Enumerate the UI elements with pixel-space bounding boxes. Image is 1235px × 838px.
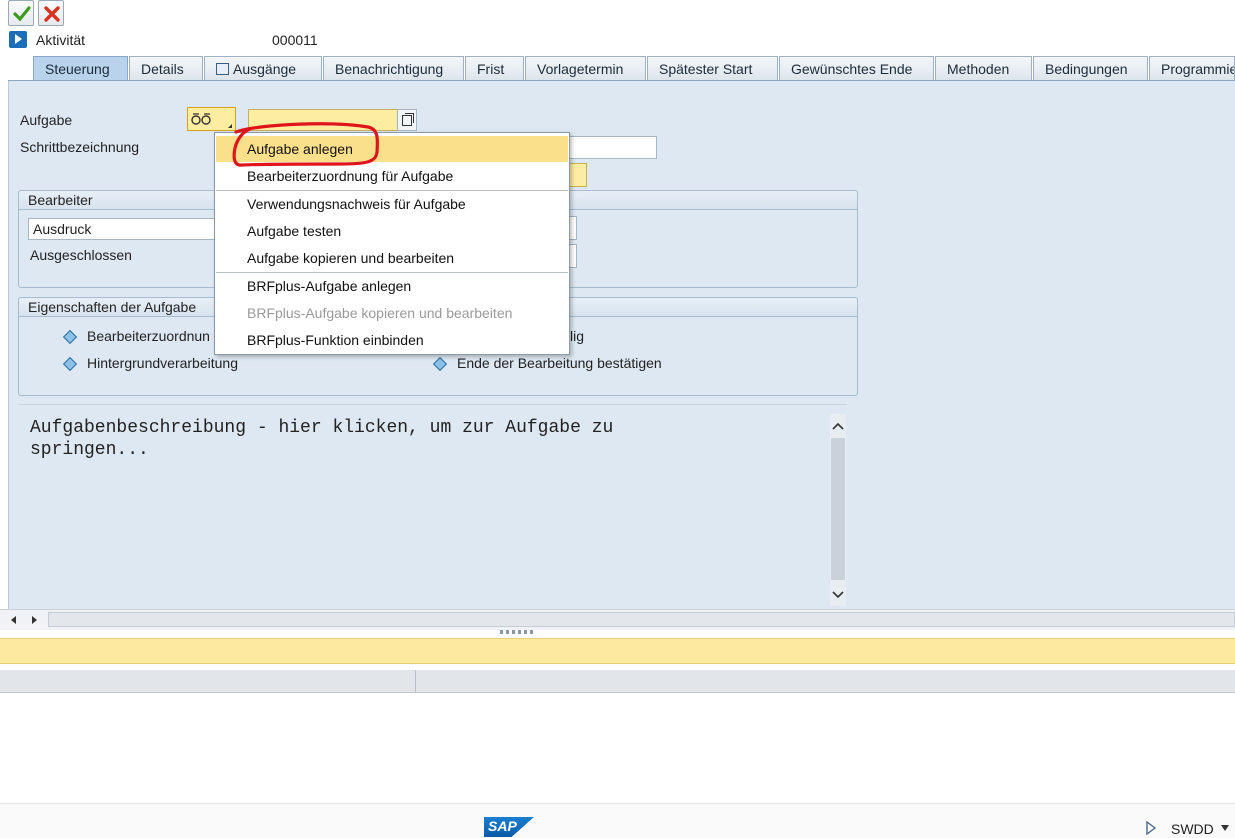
lower-header-bar xyxy=(0,670,1235,693)
tab-frist[interactable]: Frist xyxy=(465,56,524,80)
task-description-text[interactable]: Aufgabenbeschreibung - hier klicken, um … xyxy=(30,417,710,461)
property-background-processing: Hintergrundverarbeitung xyxy=(87,355,238,371)
activity-label: Aktivität xyxy=(36,32,86,48)
sap-logo: SAP xyxy=(484,817,534,837)
menu-item-copy-brfplus-task: BRFplus-Aufgabe kopieren und bearbeiten xyxy=(247,305,513,321)
confirm-button[interactable] xyxy=(8,0,34,26)
scroll-left-icon[interactable] xyxy=(8,614,20,626)
task-label: Aufgabe xyxy=(20,112,73,128)
tab-ausgaenge[interactable]: Ausgänge xyxy=(204,56,322,80)
tab-methoden[interactable]: Methoden xyxy=(935,56,1032,80)
menu-item-test-task[interactable]: Aufgabe testen xyxy=(216,218,568,244)
excluded-label: Ausgeschlossen xyxy=(30,247,132,263)
property-agent-assignment: Bearbeiterzuordnun xyxy=(87,328,210,344)
activity-step-icon xyxy=(9,31,27,48)
footer-bar: SAP SWDD xyxy=(0,803,1235,838)
caret-down-icon[interactable] xyxy=(1220,824,1230,832)
system-id: SWDD xyxy=(1171,821,1214,837)
outputs-tab-icon xyxy=(216,63,229,75)
agent-expression-select[interactable]: Ausdruck xyxy=(28,218,218,240)
task-object-icon xyxy=(191,113,211,125)
splitter-grip[interactable] xyxy=(500,630,534,634)
activity-number: 000011 xyxy=(272,32,318,48)
menu-item-create-brfplus-task[interactable]: BRFplus-Aufgabe anlegen xyxy=(216,273,568,299)
tab-bedingungen[interactable]: Bedingungen xyxy=(1033,56,1148,80)
tab-programmierung[interactable]: Programmie xyxy=(1149,56,1235,80)
play-outline-icon[interactable] xyxy=(1144,820,1158,836)
tab-spaetester-start[interactable]: Spätester Start xyxy=(647,56,778,80)
tab-details[interactable]: Details xyxy=(129,56,203,80)
scroll-track[interactable] xyxy=(48,612,1235,627)
status-bar xyxy=(0,638,1235,664)
annotation-circle xyxy=(232,122,380,167)
chevron-down-icon[interactable] xyxy=(830,588,846,602)
menu-item-where-used[interactable]: Verwendungsnachweis für Aufgabe xyxy=(216,191,568,217)
chevron-up-icon[interactable] xyxy=(830,419,846,433)
tab-strip: Steuerung Details Ausgänge Benachrichtig… xyxy=(0,56,1235,81)
tab-vorlagetermin[interactable]: Vorlagetermin xyxy=(525,56,646,80)
task-description-area[interactable]: Aufgabenbeschreibung - hier klicken, um … xyxy=(18,404,847,610)
tab-steuerung[interactable]: Steuerung xyxy=(33,56,128,80)
tab-gewuenschtes-ende[interactable]: Gewünschtes Ende xyxy=(779,56,934,80)
property-confirm-end: Ende der Bearbeitung bestätigen xyxy=(457,355,662,371)
cancel-button[interactable] xyxy=(38,0,64,26)
tab-benachrichtigung[interactable]: Benachrichtigung xyxy=(323,56,464,80)
description-scrollbar[interactable] xyxy=(830,414,846,606)
menu-item-embed-brfplus-function[interactable]: BRFplus-Funktion einbinden xyxy=(216,327,568,353)
menu-item-copy-edit-task[interactable]: Aufgabe kopieren und bearbeiten xyxy=(216,245,568,271)
task-display-button[interactable] xyxy=(397,109,417,131)
property-partial: lig xyxy=(570,328,585,344)
horizontal-scrollbar[interactable] xyxy=(0,609,1235,630)
scroll-thumb[interactable] xyxy=(831,438,845,580)
check-icon xyxy=(13,6,31,22)
step-name-input[interactable] xyxy=(566,136,657,159)
scroll-right-icon[interactable] xyxy=(28,614,40,626)
step-name-label: Schrittbezeichnung xyxy=(20,139,140,155)
cancel-icon xyxy=(44,6,60,22)
